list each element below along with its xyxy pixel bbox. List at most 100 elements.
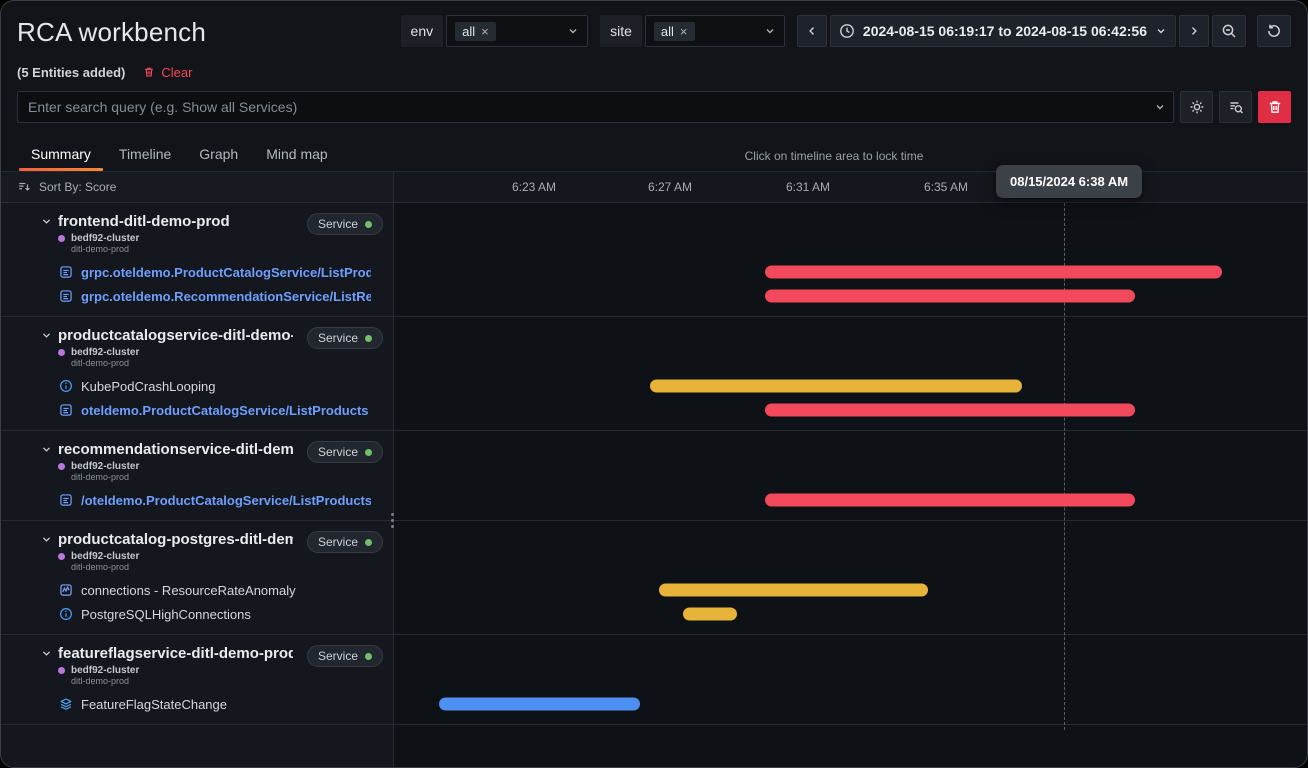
cluster-info: bedf92-cluster ditl-demo-prod [41, 551, 383, 572]
refresh-icon [1266, 23, 1282, 39]
panel-resize-handle[interactable] [386, 508, 398, 533]
site-filter-select[interactable]: all × [645, 15, 785, 47]
alert-item[interactable]: FeatureFlagStateChange [41, 692, 383, 716]
remove-chip-icon[interactable]: × [481, 25, 489, 38]
trace-icon [59, 403, 73, 417]
health-dot [365, 653, 372, 660]
cluster-dot [58, 349, 65, 356]
alert-item[interactable]: grpc.oteldemo.RecommendationService/List… [41, 284, 383, 308]
timeline-event-bar[interactable] [765, 404, 1135, 417]
cluster-dot [58, 667, 65, 674]
alert-item-label[interactable]: KubePodCrashLooping [81, 379, 215, 394]
tab-mind-map[interactable]: Mind map [252, 137, 341, 171]
alert-item[interactable]: KubePodCrashLooping [41, 374, 383, 398]
header-controls: env all × site all × [401, 15, 1291, 47]
entity-type-badge: Service [307, 213, 383, 235]
entity-name[interactable]: productcatalog-postgres-ditl-dem... [58, 531, 293, 548]
health-dot [365, 221, 372, 228]
alert-item[interactable]: connections - ResourceRateAnomaly [41, 578, 383, 602]
entity-group-timeline[interactable] [394, 317, 1307, 430]
cluster-name: bedf92-cluster [71, 461, 139, 472]
site-filter-label: site [600, 15, 642, 47]
timeline-event-bar[interactable] [765, 266, 1222, 279]
alert-item-label[interactable]: grpc.oteldemo.ProductCatalogService/List… [81, 265, 371, 280]
entity-group: productcatalogservice-ditl-demo-... bedf… [1, 317, 1307, 431]
entities-count: (5 Entities added) [17, 65, 125, 80]
query-inspector-icon [1228, 99, 1244, 115]
alert-item[interactable]: oteldemo.ProductCatalogService/ListProdu… [41, 398, 383, 422]
alert-item-label[interactable]: PostgreSQLHighConnections [81, 607, 251, 622]
info-icon [59, 379, 73, 393]
rca-workbench-window: RCA workbench env all × site [0, 0, 1308, 768]
site-filter: site all × [600, 15, 785, 47]
timeline-content: frontend-ditl-demo-prod bedf92-cluster d… [1, 203, 1307, 767]
timeline-event-bar[interactable] [650, 380, 1022, 393]
alert-item-label[interactable]: grpc.oteldemo.RecommendationService/List… [81, 289, 371, 304]
tab-timeline[interactable]: Timeline [105, 137, 185, 171]
env-filter-chip[interactable]: all × [455, 22, 496, 41]
entity-type-label: Service [318, 217, 358, 231]
chevron-down-icon[interactable] [1154, 101, 1166, 113]
entity-type-label: Service [318, 445, 358, 459]
refresh-button[interactable] [1257, 15, 1291, 47]
alert-item-label[interactable]: oteldemo.ProductCatalogService/ListProdu… [81, 403, 371, 418]
site-filter-chip[interactable]: all × [654, 22, 695, 41]
sort-control[interactable]: Sort By: Score [1, 172, 394, 202]
entity-type-badge: Service [307, 441, 383, 463]
entity-name[interactable]: featureflagservice-ditl-demo-prod [58, 645, 293, 662]
chevron-left-icon [806, 25, 818, 37]
time-range-text: 2024-08-15 06:19:17 to 2024-08-15 06:42:… [863, 23, 1147, 39]
namespace-name: ditl-demo-prod [71, 472, 139, 482]
timeline-event-bar[interactable] [765, 494, 1135, 507]
header: RCA workbench env all × site [1, 1, 1307, 137]
env-filter-select[interactable]: all × [446, 15, 588, 47]
chevron-down-icon [1155, 25, 1167, 37]
env-filter-label: env [401, 15, 444, 47]
timeline-event-bar[interactable] [765, 290, 1135, 303]
clear-button[interactable]: Clear [143, 65, 192, 80]
time-axis[interactable]: 6:23 AM6:27 AM6:31 AM6:35 AM [394, 172, 1307, 202]
time-back-button[interactable] [797, 15, 827, 47]
alert-item-label[interactable]: /oteldemo.ProductCatalogService/ListProd… [81, 493, 371, 508]
entity-group-timeline[interactable] [394, 431, 1307, 520]
locked-time-tooltip: 08/15/2024 6:38 AM [996, 165, 1142, 198]
timeline-row [394, 398, 1307, 422]
entity-name[interactable]: productcatalogservice-ditl-demo-... [58, 327, 293, 344]
entity-group: recommendationservice-ditl-dem... bedf92… [1, 431, 1307, 521]
groups: frontend-ditl-demo-prod bedf92-cluster d… [1, 203, 1307, 725]
tab-summary[interactable]: Summary [17, 137, 105, 171]
search-input[interactable] [17, 91, 1174, 123]
time-forward-button[interactable] [1179, 15, 1209, 47]
gear-icon [1189, 99, 1205, 115]
entity-type-label: Service [318, 649, 358, 663]
info-icon [59, 607, 73, 621]
time-range-button[interactable]: 2024-08-15 06:19:17 to 2024-08-15 06:42:… [830, 15, 1176, 47]
entity-name[interactable]: recommendationservice-ditl-dem... [58, 441, 293, 458]
cluster-name: bedf92-cluster [71, 551, 139, 562]
alert-item[interactable]: PostgreSQLHighConnections [41, 602, 383, 626]
cluster-info: bedf92-cluster ditl-demo-prod [41, 461, 383, 482]
timeline-event-bar[interactable] [659, 584, 928, 597]
delete-button[interactable] [1258, 91, 1291, 123]
remove-chip-icon[interactable]: × [680, 25, 688, 38]
timeline-row [394, 488, 1307, 512]
tab-graph[interactable]: Graph [185, 137, 252, 171]
entity-group-timeline[interactable] [394, 635, 1307, 724]
alert-item[interactable]: grpc.oteldemo.ProductCatalogService/List… [41, 260, 383, 284]
alert-item[interactable]: /oteldemo.ProductCatalogService/ListProd… [41, 488, 383, 512]
alert-item-label[interactable]: connections - ResourceRateAnomaly [81, 583, 296, 598]
entity-name[interactable]: frontend-ditl-demo-prod [58, 213, 230, 230]
entity-group-left: frontend-ditl-demo-prod bedf92-cluster d… [1, 203, 394, 316]
entity-group-timeline[interactable] [394, 203, 1307, 316]
settings-button[interactable] [1180, 91, 1213, 123]
timeline-event-bar[interactable] [439, 698, 640, 711]
query-inspector-button[interactable] [1219, 91, 1252, 123]
entity-group-timeline[interactable] [394, 521, 1307, 634]
cluster-info: bedf92-cluster ditl-demo-prod [41, 233, 383, 254]
entity-type-label: Service [318, 535, 358, 549]
env-filter-value: all [462, 24, 475, 39]
timeline-event-bar[interactable] [683, 608, 737, 621]
zoom-out-button[interactable] [1212, 15, 1246, 47]
alert-item-label[interactable]: FeatureFlagStateChange [81, 697, 227, 712]
cluster-dot [58, 553, 65, 560]
